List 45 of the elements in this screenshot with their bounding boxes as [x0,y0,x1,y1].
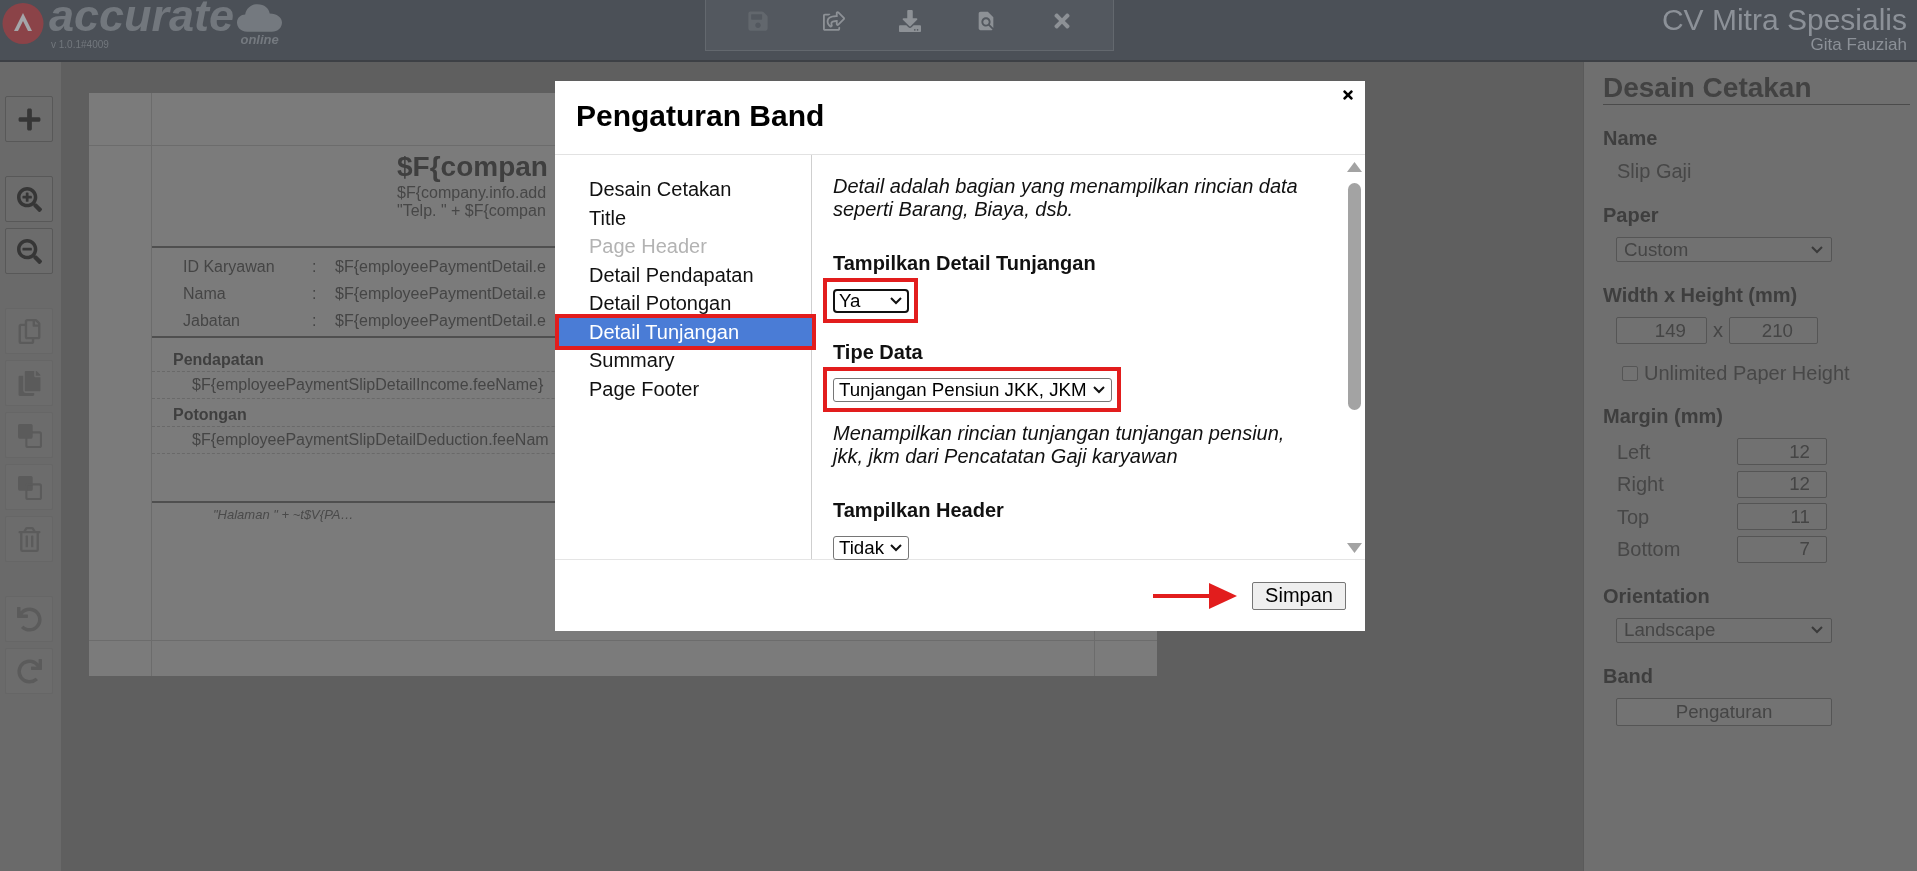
chevron-icon [890,297,902,305]
section-heading: Pendapatan [173,350,264,370]
nav-item[interactable]: Page Footer [555,374,811,403]
plus-icon [16,106,42,132]
user-name: Gita Fauziah [1810,36,1907,53]
document-title: $F{compan [397,150,548,184]
nav-item[interactable]: Summary [555,346,811,375]
download-icon [899,10,921,32]
dropdown[interactable]: Tunjangan Pensiun JKK, JKM [833,378,1112,402]
checkbox[interactable] [1622,365,1638,381]
cloud-icon [237,3,283,32]
dropdown[interactable]: Tidak [833,536,909,560]
logo-icon [2,3,44,44]
description-text: Detail adalah bagian yang menampilkan rincian data seperti Barang, Biaya, dsb. [833,175,1299,221]
scroll-up-icon[interactable] [1347,162,1362,172]
zoom-in-button[interactable] [5,176,53,222]
zoom-out-button[interactable] [5,228,53,274]
chevron-icon [890,544,902,552]
nav-item[interactable]: Detail Pendapatan [555,260,811,289]
nav-item[interactable]: Title [555,203,811,232]
chevron-icon [1092,386,1105,394]
field-separator: : [312,256,318,277]
dialog-title: Pengaturan Band [576,99,825,133]
description-text: Menampilkan rincian tunjangan tunjangan pensiun, jkk, jkm dari Pencatatan Gaji karyawan [833,422,1286,468]
close-icon [1341,88,1355,102]
scroll-down-icon[interactable] [1347,543,1362,553]
dropdown[interactable]: Ya [833,289,909,313]
add-button[interactable] [5,96,53,142]
chevron-icon [1811,245,1823,254]
chevron-icon [1811,626,1823,634]
field-separator: : [312,283,318,304]
field-label: Tampilkan Detail Tunjangan [833,252,1096,274]
nav-item[interactable]: Detail Tunjangan [559,317,812,346]
zoom-in-icon [16,186,42,212]
scrollbar-thumb[interactable] [1348,183,1361,410]
field-label: Tampilkan Header [833,499,1004,521]
save-button[interactable]: Simpan [1252,581,1346,610]
nav-item[interactable]: Detail Potongan [555,289,811,318]
company-name: CV Mitra Spesialis [1661,5,1907,35]
field-separator: : [312,310,318,331]
section-heading: Potongan [173,405,247,425]
zoom-out-icon [16,238,42,264]
nav-item[interactable]: Desain Cetakan [555,175,811,204]
share-icon [823,10,845,32]
field-label: Tipe Data [833,341,923,363]
